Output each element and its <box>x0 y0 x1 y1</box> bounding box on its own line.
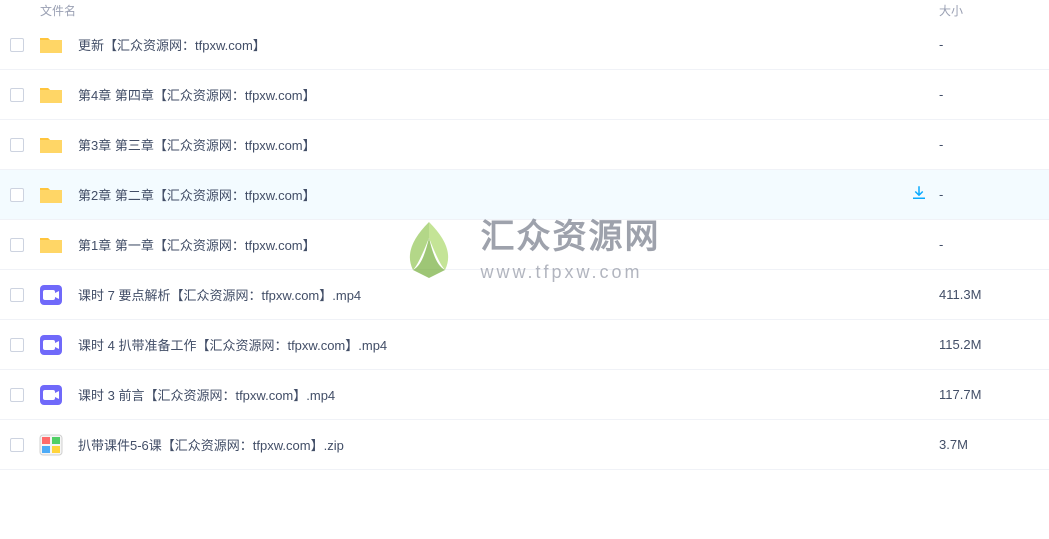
row-checkbox[interactable] <box>10 38 24 52</box>
file-name[interactable]: 更新【汇众资源网：tfpxw.com】 <box>78 35 899 54</box>
row-checkbox[interactable] <box>10 188 24 202</box>
video-icon <box>38 332 64 358</box>
file-size: - <box>939 87 1039 102</box>
row-checkbox[interactable] <box>10 238 24 252</box>
folder-icon <box>38 32 64 58</box>
file-size: - <box>939 237 1039 252</box>
row-actions <box>899 184 939 205</box>
file-row[interactable]: 第2章 第二章【汇众资源网：tfpxw.com】 - <box>0 170 1049 220</box>
folder-icon <box>38 82 64 108</box>
file-size: - <box>939 37 1039 52</box>
file-name[interactable]: 课时 3 前言【汇众资源网：tfpxw.com】.mp4 <box>78 385 899 404</box>
file-row[interactable]: 课时 7 要点解析【汇众资源网：tfpxw.com】.mp4 411.3M <box>0 270 1049 320</box>
row-checkbox[interactable] <box>10 338 24 352</box>
row-checkbox[interactable] <box>10 388 24 402</box>
zip-icon <box>38 432 64 458</box>
file-name[interactable]: 第1章 第一章【汇众资源网：tfpxw.com】 <box>78 235 899 254</box>
file-size: 411.3M <box>939 287 1039 302</box>
file-row[interactable]: 第4章 第四章【汇众资源网：tfpxw.com】 - <box>0 70 1049 120</box>
file-row[interactable]: 第1章 第一章【汇众资源网：tfpxw.com】 - <box>0 220 1049 270</box>
row-checkbox[interactable] <box>10 438 24 452</box>
file-size: 117.7M <box>939 387 1039 402</box>
file-size: - <box>939 187 1039 202</box>
file-row[interactable]: 课时 3 前言【汇众资源网：tfpxw.com】.mp4 117.7M <box>0 370 1049 420</box>
folder-icon <box>38 182 64 208</box>
video-icon <box>38 382 64 408</box>
video-icon <box>38 282 64 308</box>
file-row[interactable]: 第3章 第三章【汇众资源网：tfpxw.com】 - <box>0 120 1049 170</box>
file-row[interactable]: 课时 4 扒带准备工作【汇众资源网：tfpxw.com】.mp4 115.2M <box>0 320 1049 370</box>
header-name-col[interactable]: 文件名 <box>10 2 939 19</box>
file-name[interactable]: 第4章 第四章【汇众资源网：tfpxw.com】 <box>78 85 899 104</box>
file-name[interactable]: 课时 4 扒带准备工作【汇众资源网：tfpxw.com】.mp4 <box>78 335 899 354</box>
file-size: - <box>939 137 1039 152</box>
folder-icon <box>38 132 64 158</box>
file-size: 3.7M <box>939 437 1039 452</box>
file-name[interactable]: 第2章 第二章【汇众资源网：tfpxw.com】 <box>78 185 899 204</box>
folder-icon <box>38 232 64 258</box>
row-checkbox[interactable] <box>10 288 24 302</box>
header-size-col[interactable]: 大小 <box>939 2 1039 19</box>
file-name[interactable]: 第3章 第三章【汇众资源网：tfpxw.com】 <box>78 135 899 154</box>
download-icon[interactable] <box>910 184 928 205</box>
file-size: 115.2M <box>939 337 1039 352</box>
file-row[interactable]: 扒带课件5-6课【汇众资源网：tfpxw.com】.zip 3.7M <box>0 420 1049 470</box>
row-checkbox[interactable] <box>10 138 24 152</box>
file-name[interactable]: 扒带课件5-6课【汇众资源网：tfpxw.com】.zip <box>78 435 899 454</box>
file-list: 更新【汇众资源网：tfpxw.com】 - 第4章 第四章【汇众资源网：tfpx… <box>0 20 1049 470</box>
file-list-header: 文件名 大小 <box>0 0 1049 20</box>
row-checkbox[interactable] <box>10 88 24 102</box>
file-name[interactable]: 课时 7 要点解析【汇众资源网：tfpxw.com】.mp4 <box>78 285 899 304</box>
file-row[interactable]: 更新【汇众资源网：tfpxw.com】 - <box>0 20 1049 70</box>
